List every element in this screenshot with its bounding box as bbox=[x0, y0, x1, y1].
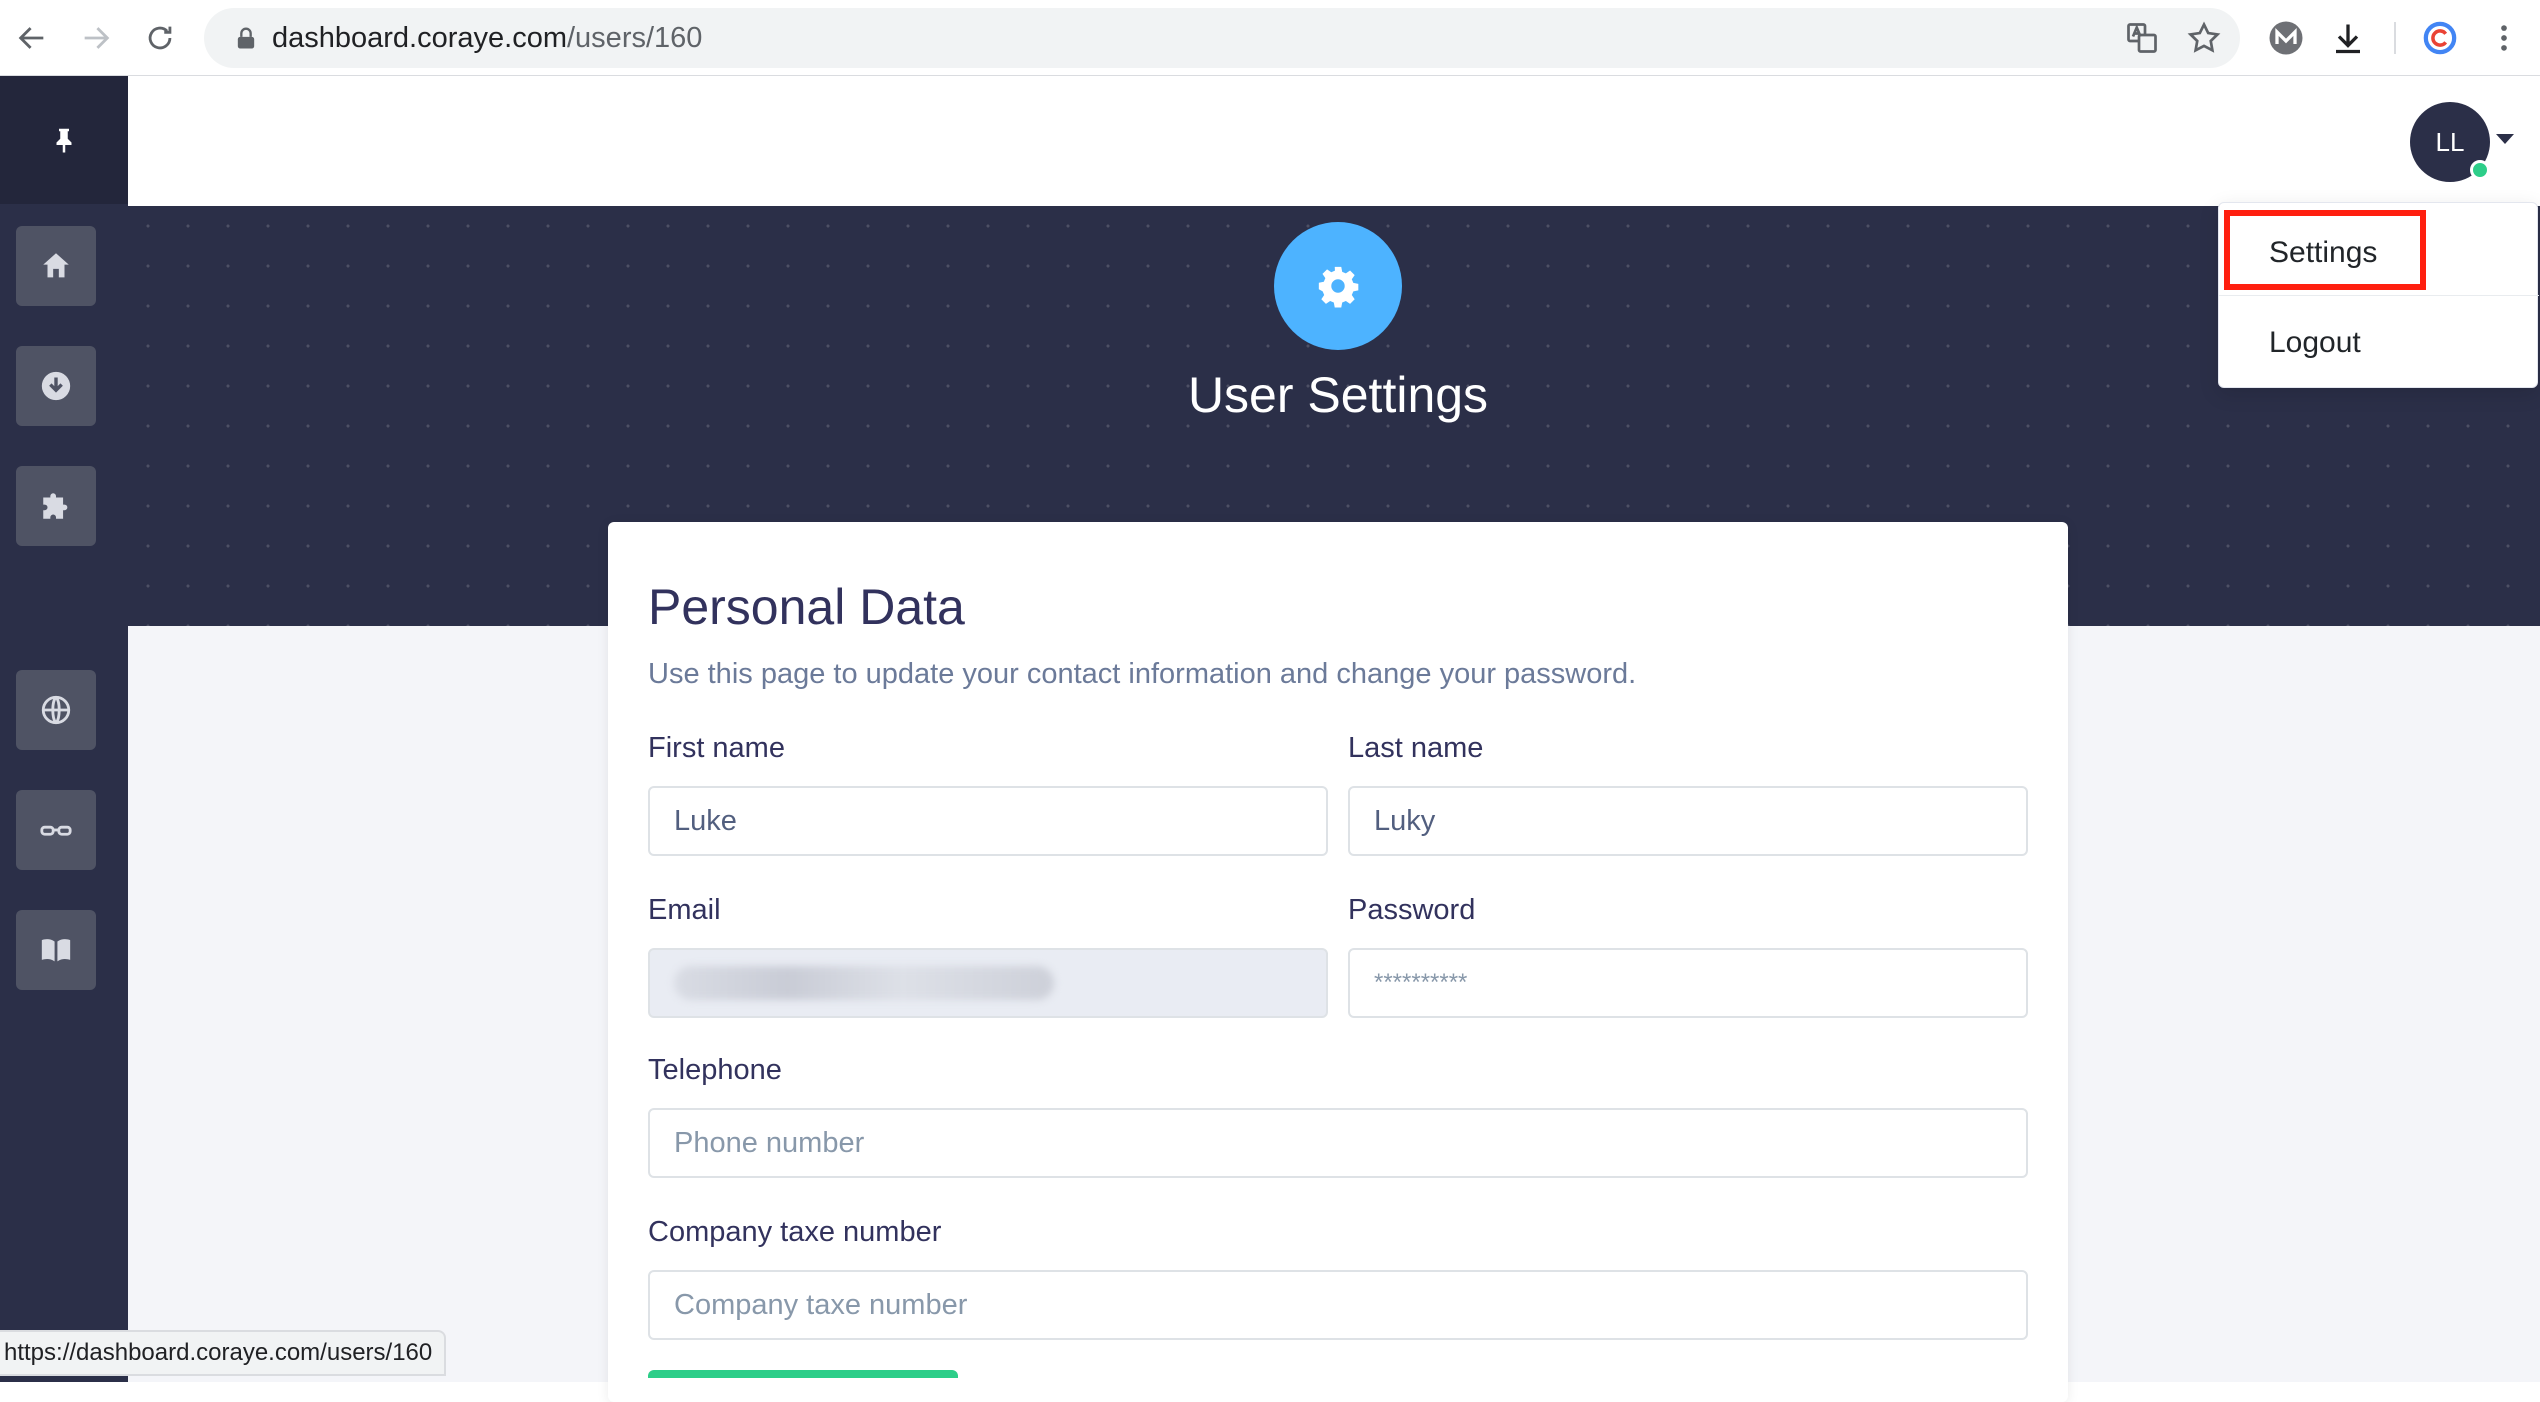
download-indicator-icon[interactable] bbox=[2326, 16, 2370, 60]
reload-icon bbox=[148, 26, 172, 50]
caret-down-icon[interactable] bbox=[2496, 134, 2514, 144]
email-field[interactable] bbox=[648, 948, 1328, 1018]
lock-icon bbox=[237, 27, 255, 49]
globe-icon bbox=[41, 695, 71, 725]
menu-divider bbox=[2219, 295, 2539, 296]
bookmark-star-icon[interactable] bbox=[2186, 20, 2222, 56]
save-button[interactable] bbox=[648, 1370, 958, 1378]
pin-icon bbox=[56, 128, 72, 153]
url-text: dashboard.coraye.com/users/160 bbox=[272, 22, 702, 55]
browser-toolbar: dashboard.coraye.com/users/160 bbox=[0, 0, 2540, 76]
back-arrow-icon bbox=[18, 27, 44, 49]
download-icon bbox=[41, 371, 71, 401]
translate-icon[interactable] bbox=[2124, 20, 2160, 56]
top-navbar bbox=[128, 76, 2540, 206]
sidebar-item-glasses[interactable] bbox=[16, 790, 96, 870]
personal-data-card: Personal Data Use this page to update yo… bbox=[608, 522, 2068, 1402]
password-label: Password bbox=[1348, 894, 1476, 926]
url-path: /users/160 bbox=[567, 22, 703, 54]
address-bar[interactable]: dashboard.coraye.com/users/160 bbox=[204, 8, 2240, 68]
redacted-email bbox=[674, 966, 1054, 1000]
last-name-field[interactable]: Luky bbox=[1348, 786, 2028, 856]
puzzle-icon bbox=[43, 493, 68, 519]
first-name-field[interactable]: Luke bbox=[648, 786, 1328, 856]
telephone-label: Telephone bbox=[648, 1054, 782, 1086]
extension-c-icon[interactable] bbox=[2418, 16, 2462, 60]
sidebar-item-download[interactable] bbox=[16, 346, 96, 426]
forward-arrow-icon bbox=[84, 27, 110, 49]
url-host: dashboard.coraye.com bbox=[272, 22, 567, 54]
home-icon bbox=[43, 253, 69, 278]
company-tax-label: Company taxe number bbox=[648, 1216, 942, 1248]
page-title: User Settings bbox=[1187, 367, 1489, 423]
last-name-label: Last name bbox=[1348, 732, 1484, 764]
sidebar-item-docs[interactable] bbox=[16, 910, 96, 990]
link-status-bar: https://dashboard.coraye.com/users/160 bbox=[0, 1330, 447, 1376]
gear-icon bbox=[1318, 266, 1359, 308]
password-field[interactable]: ********** bbox=[1348, 948, 2028, 1018]
sidebar-item-globe[interactable] bbox=[16, 670, 96, 750]
extension-m-icon[interactable] bbox=[2264, 16, 2308, 60]
sidebar-item-extensions[interactable] bbox=[16, 466, 96, 546]
sidebar bbox=[0, 76, 128, 1382]
toolbar-separator bbox=[2394, 22, 2396, 54]
reload-button[interactable] bbox=[136, 14, 184, 62]
sidebar-item-home[interactable] bbox=[16, 226, 96, 306]
book-icon bbox=[41, 939, 71, 962]
first-name-label: First name bbox=[648, 732, 785, 764]
browser-menu-icon[interactable] bbox=[2482, 16, 2526, 60]
glasses-icon bbox=[40, 825, 72, 836]
online-status-dot bbox=[2470, 160, 2490, 180]
company-tax-field[interactable]: Company taxe number bbox=[648, 1270, 2028, 1340]
email-label: Email bbox=[648, 894, 721, 926]
telephone-field[interactable]: Phone number bbox=[648, 1108, 2028, 1178]
card-title: Personal Data bbox=[648, 579, 965, 635]
pin-sidebar-button[interactable] bbox=[0, 76, 128, 204]
forward-button[interactable] bbox=[72, 14, 120, 62]
settings-badge bbox=[1274, 222, 1402, 350]
card-subtitle: Use this page to update your contact inf… bbox=[648, 658, 1637, 690]
settings-highlight-box bbox=[2224, 210, 2426, 290]
back-button[interactable] bbox=[8, 14, 56, 62]
menu-item-logout[interactable]: Logout bbox=[2219, 303, 2539, 383]
